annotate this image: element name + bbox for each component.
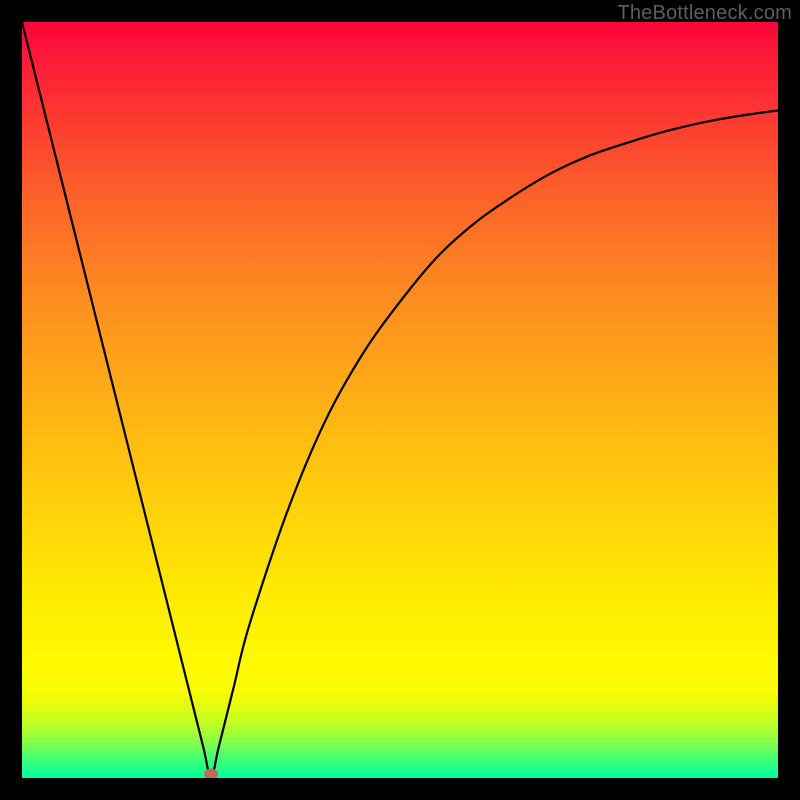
bottleneck-curve-svg (22, 22, 778, 778)
minimum-marker (204, 769, 218, 779)
bottleneck-curve-path (22, 22, 778, 778)
watermark-text: TheBottleneck.com (617, 2, 792, 25)
gradient-plot-area (22, 22, 778, 778)
